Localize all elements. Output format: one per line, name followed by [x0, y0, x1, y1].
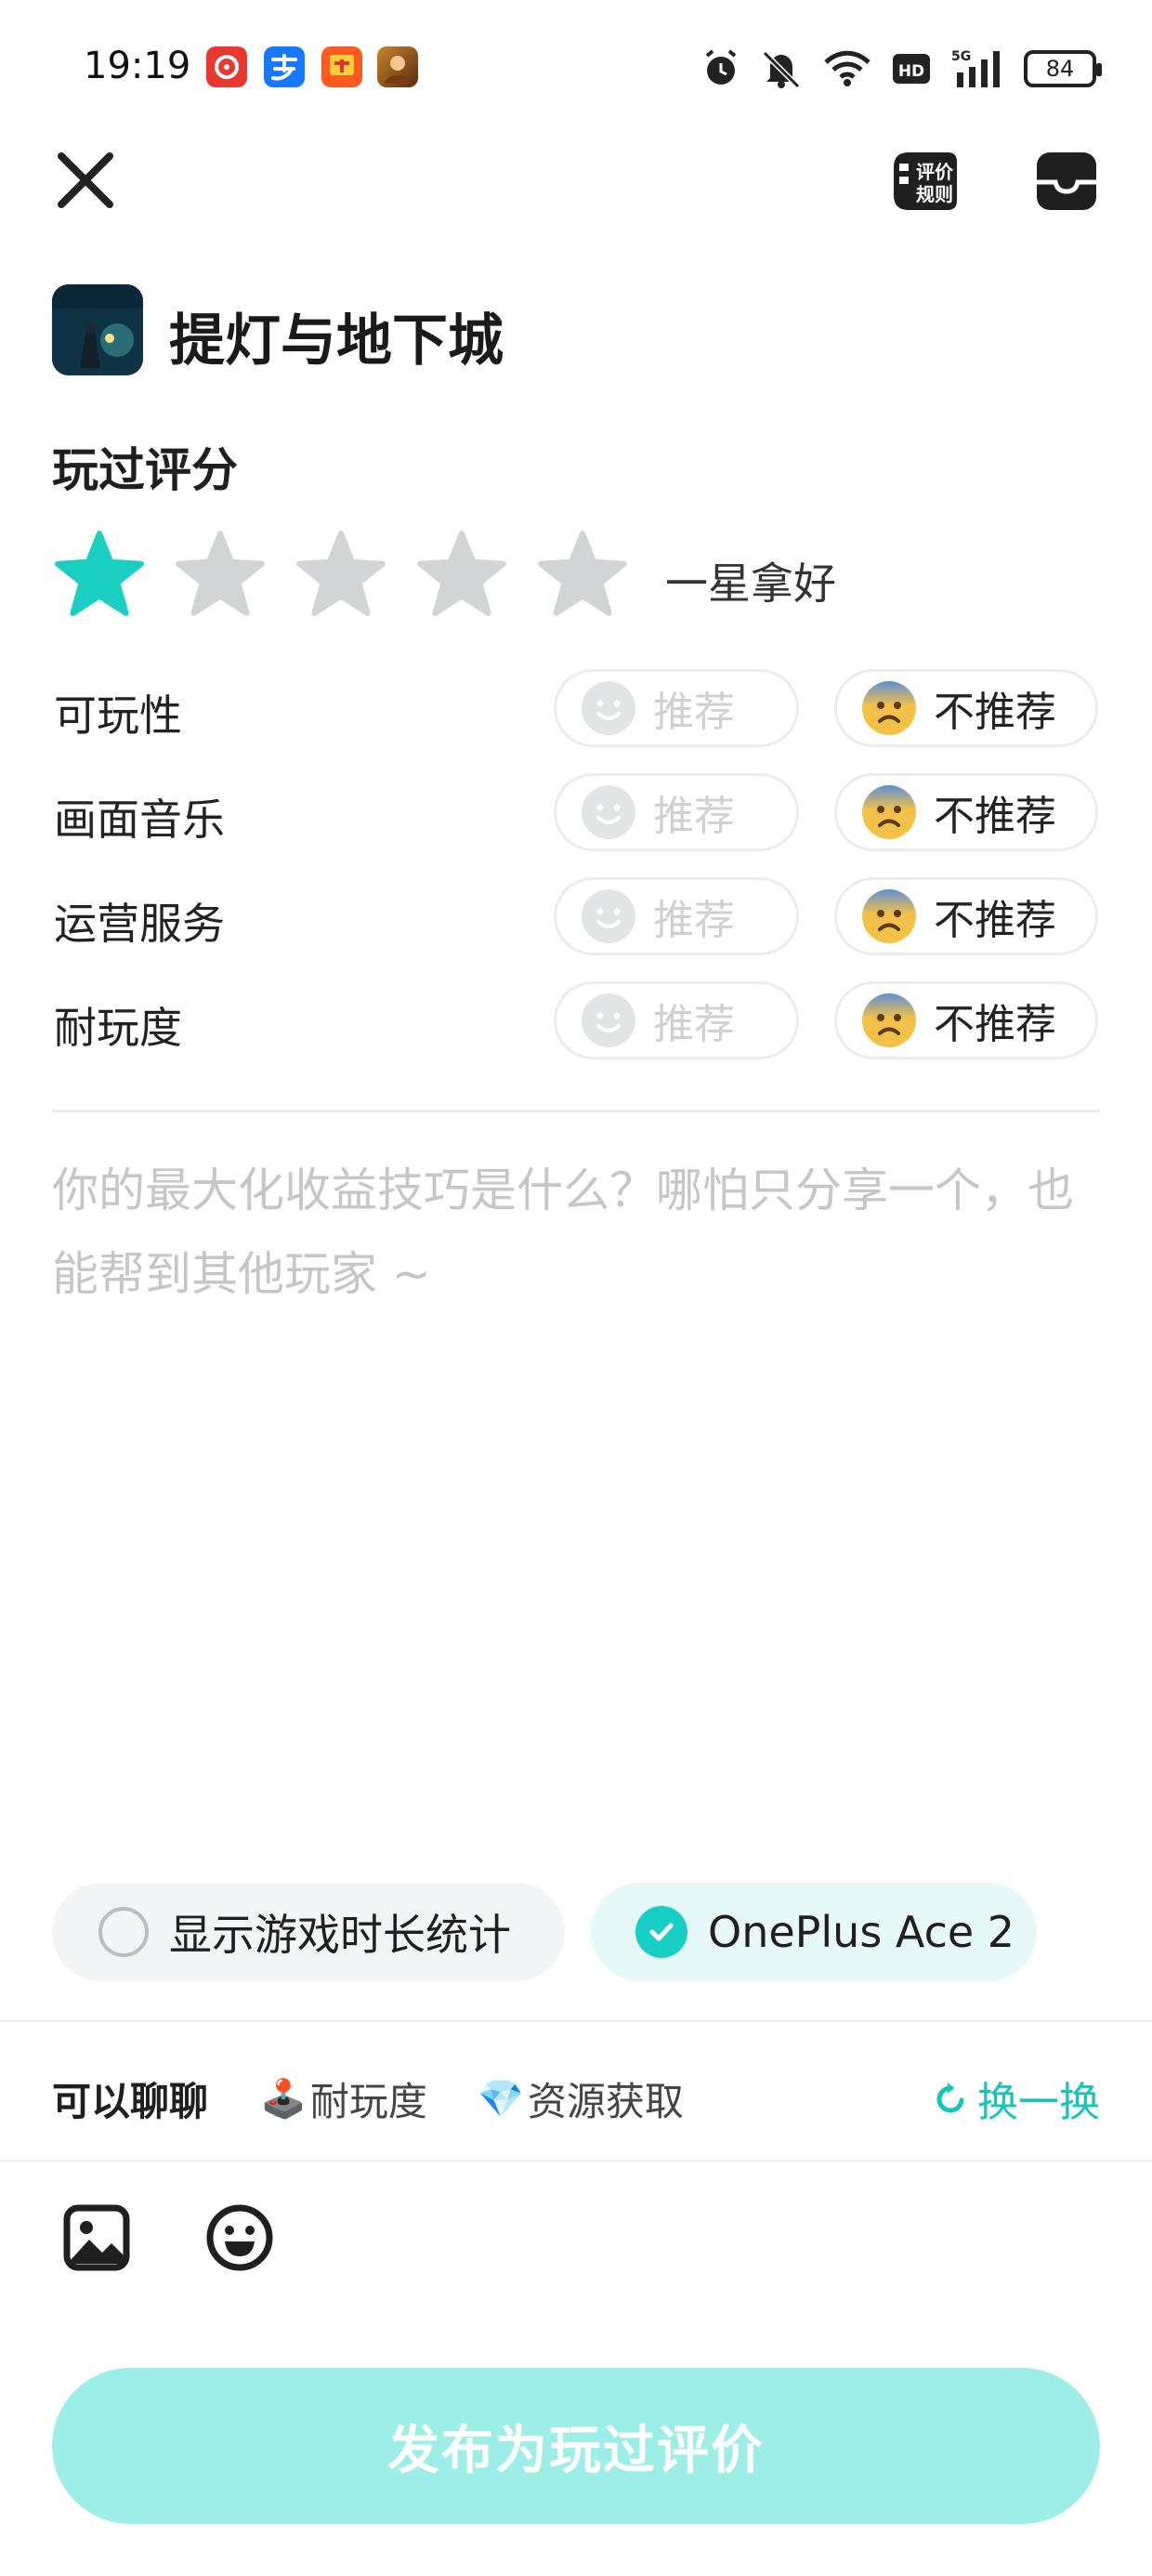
recommend-button[interactable]: 推荐 — [554, 669, 799, 747]
topic-label: 耐玩度 — [309, 2079, 427, 2124]
recommend-button[interactable]: 推荐 — [554, 773, 799, 851]
status-time: 19:19 — [84, 45, 191, 87]
status-icons: HD 5G 84 — [702, 43, 1102, 95]
rating-description: 一星拿好 — [665, 559, 836, 609]
close-icon — [58, 152, 113, 208]
rating-rules-icon: 评价 规则 — [894, 152, 957, 210]
hd-icon: HD — [893, 54, 930, 84]
aspect-label: 可玩性 — [54, 690, 182, 741]
device-toggle[interactable]: OnePlus Ace 2 — [591, 1883, 1037, 1981]
smile-face-icon — [582, 681, 635, 735]
aspect-row-operations: 运营服务 推荐 不推荐 — [0, 877, 1152, 955]
not-recommend-button[interactable]: 不推荐 — [834, 773, 1098, 851]
sad-face-icon — [862, 681, 916, 735]
topics-lead-label: 可以聊聊 — [52, 2079, 209, 2124]
divider — [52, 1110, 1100, 1112]
aspect-row-playability: 可玩性 推荐 不推荐 — [0, 669, 1152, 747]
5g-signal-icon: 5G — [951, 49, 1000, 87]
recommend-label: 推荐 — [653, 897, 735, 944]
recommend-button[interactable]: 推荐 — [554, 877, 799, 955]
refresh-topics-button[interactable]: 换一换 — [933, 2069, 1100, 2128]
wifi-icon — [824, 50, 871, 86]
star-icon-4[interactable] — [414, 528, 509, 623]
refresh-label: 换一换 — [977, 2079, 1100, 2126]
image-icon — [63, 2204, 130, 2271]
emoji-icon — [206, 2204, 273, 2271]
device-label: OnePlus Ace 2 — [708, 1907, 1015, 1957]
topic-chip-resources[interactable]: 💎 资源获取 — [478, 2070, 684, 2127]
not-recommend-label: 不推荐 — [934, 1001, 1056, 1048]
insert-image-button[interactable] — [61, 2202, 132, 2273]
alarm-icon — [705, 49, 737, 85]
message-button[interactable] — [1033, 149, 1100, 214]
recommend-label: 推荐 — [653, 689, 735, 736]
message-icon — [1037, 152, 1096, 210]
star-rating[interactable] — [52, 528, 630, 623]
star-icon-3[interactable] — [294, 528, 388, 623]
refresh-icon — [936, 2083, 964, 2113]
battery-level: 84 — [1045, 56, 1075, 82]
not-recommend-label: 不推荐 — [934, 689, 1056, 736]
topic-label: 资源获取 — [527, 2079, 684, 2124]
divider — [0, 2020, 1152, 2022]
svg-text:5G: 5G — [951, 49, 971, 64]
netease-music-icon — [206, 46, 247, 87]
not-recommend-button[interactable]: 不推荐 — [834, 669, 1098, 747]
status-bar: 19:19 HD 5G 84 — [0, 0, 1152, 139]
publish-label: 发布为玩过评价 — [387, 2420, 765, 2481]
unchecked-radio-icon — [98, 1907, 149, 1957]
joystick-icon: 🕹️ — [260, 2078, 307, 2121]
game-icon — [52, 284, 143, 375]
mute-icon — [762, 50, 801, 89]
not-recommend-button[interactable]: 不推荐 — [834, 981, 1098, 1059]
publish-review-button[interactable]: 发布为玩过评价 — [52, 2368, 1100, 2524]
star-icon-2[interactable] — [173, 528, 268, 623]
sad-face-icon — [862, 785, 916, 839]
game-title: 提灯与地下城 — [169, 309, 504, 374]
divider — [0, 2160, 1152, 2162]
svg-text:评价: 评价 — [916, 161, 954, 183]
not-recommend-button[interactable]: 不推荐 — [834, 877, 1098, 955]
svg-text:HD: HD — [898, 62, 924, 81]
star-icon-1[interactable] — [52, 528, 147, 623]
show-playtime-label: 显示游戏时长统计 — [169, 1910, 511, 1960]
game-avatar-icon — [377, 46, 418, 87]
aspect-label: 运营服务 — [54, 899, 225, 949]
aspect-row-longevity: 耐玩度 推荐 不推荐 — [0, 981, 1152, 1059]
recommend-label: 推荐 — [653, 793, 735, 840]
not-recommend-label: 不推荐 — [934, 897, 1056, 944]
aspect-row-visuals-music: 画面音乐 推荐 不推荐 — [0, 773, 1152, 851]
star-icon-5[interactable] — [535, 528, 630, 623]
rating-section-label: 玩过评分 — [52, 443, 238, 497]
svg-text:规则: 规则 — [916, 183, 953, 205]
recommend-label: 推荐 — [653, 1001, 735, 1048]
insert-emoji-button[interactable] — [204, 2202, 275, 2273]
recommend-button[interactable]: 推荐 — [554, 981, 799, 1059]
taobao-icon — [321, 46, 362, 87]
review-text-input[interactable]: 你的最大化收益技巧是什么？哪怕只分享一个，也能帮到其他玩家 ~ — [52, 1149, 1100, 1316]
aspect-label: 耐玩度 — [54, 1003, 182, 1053]
battery-indicator: 84 — [1024, 50, 1102, 87]
rating-rules-button[interactable]: 评价 规则 — [888, 149, 962, 214]
not-recommend-label: 不推荐 — [934, 793, 1056, 840]
check-icon — [635, 1906, 687, 1958]
topic-chip-longevity[interactable]: 🕹️ 耐玩度 — [260, 2070, 427, 2127]
sad-face-icon — [862, 889, 916, 943]
smile-face-icon — [582, 785, 635, 839]
sad-face-icon — [862, 993, 916, 1047]
close-button[interactable] — [54, 149, 117, 212]
aspect-label: 画面音乐 — [54, 795, 225, 845]
diamond-icon: 💎 — [478, 2078, 524, 2121]
smile-face-icon — [582, 889, 635, 943]
smile-face-icon — [582, 993, 635, 1047]
show-playtime-toggle[interactable]: 显示游戏时长统计 — [52, 1883, 565, 1981]
alipay-icon — [264, 46, 305, 87]
